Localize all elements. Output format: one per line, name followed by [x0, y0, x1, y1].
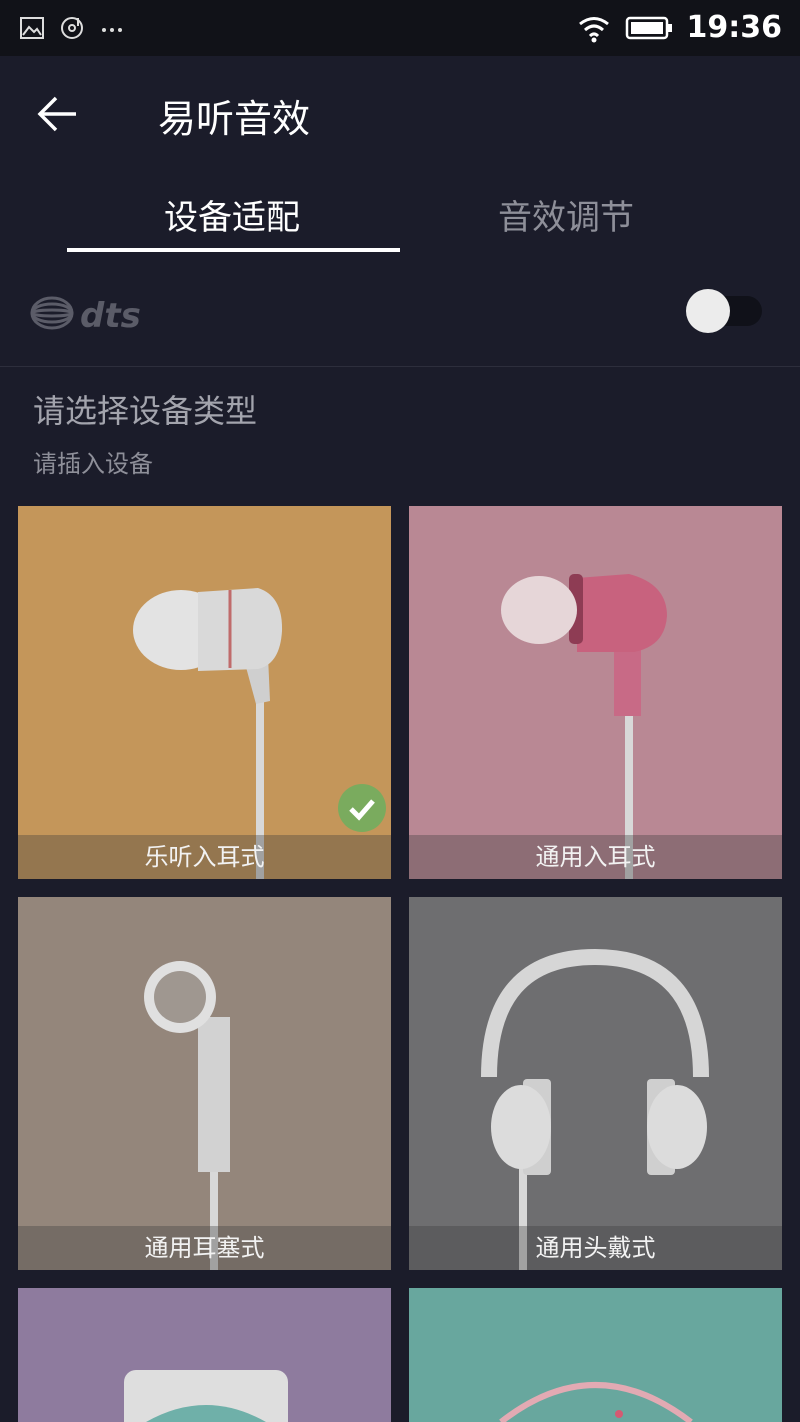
device-label: 通用耳塞式 — [18, 1226, 391, 1270]
image-icon — [20, 17, 44, 39]
dts-row: dts — [0, 260, 800, 367]
device-card-car[interactable] — [409, 1288, 782, 1422]
device-card-leting-in-ear[interactable]: 乐听入耳式 — [18, 506, 391, 879]
more-dots-icon — [102, 28, 122, 32]
page-title: 易听音效 — [158, 97, 311, 141]
battery-icon — [625, 16, 672, 39]
car-audio-icon — [409, 1288, 782, 1422]
tab-device-adaptation[interactable]: 设备适配 — [164, 190, 300, 239]
device-card-generic-earbud[interactable]: 通用耳塞式 — [18, 897, 391, 1270]
in-ear-earphone-icon — [18, 506, 391, 879]
device-label: 通用入耳式 — [409, 835, 782, 879]
section-subtitle: 请插入设备 — [33, 450, 153, 478]
dts-waves-icon: dts — [30, 296, 141, 336]
in-ear-earphone-icon — [409, 506, 782, 879]
section-title: 请选择设备类型 — [33, 392, 258, 430]
card-bg — [409, 1288, 782, 1422]
music-disc-icon — [61, 17, 83, 39]
headphone-icon — [409, 897, 782, 1270]
dts-logo-text: dts — [80, 296, 141, 333]
back-button[interactable] — [30, 92, 82, 136]
device-label: 通用头戴式 — [409, 1226, 782, 1270]
device-label: 乐听入耳式 — [18, 835, 391, 879]
dts-logo: dts — [30, 293, 160, 337]
status-time: 19:36 — [686, 10, 783, 45]
arrow-left-icon — [37, 96, 76, 132]
tab-sound-effect-adjust[interactable]: 音效调节 — [498, 190, 634, 239]
wifi-icon — [578, 16, 609, 42]
card-bg — [409, 506, 782, 879]
tab-bar: 设备适配 音效调节 — [0, 168, 800, 260]
speaker-icon — [18, 1288, 391, 1422]
check-icon — [338, 784, 386, 832]
tab-indicator — [67, 248, 400, 252]
card-bg — [18, 506, 391, 879]
earbud-icon — [18, 897, 391, 1270]
device-card-speaker[interactable] — [18, 1288, 391, 1422]
app-bar: 易听音效 — [0, 56, 800, 168]
status-bar: 19:36 — [0, 0, 800, 56]
device-card-generic-headphone[interactable]: 通用头戴式 — [409, 897, 782, 1270]
toggle-knob — [686, 289, 730, 333]
device-card-generic-in-ear[interactable]: 通用入耳式 — [409, 506, 782, 879]
dts-toggle[interactable] — [686, 286, 766, 333]
